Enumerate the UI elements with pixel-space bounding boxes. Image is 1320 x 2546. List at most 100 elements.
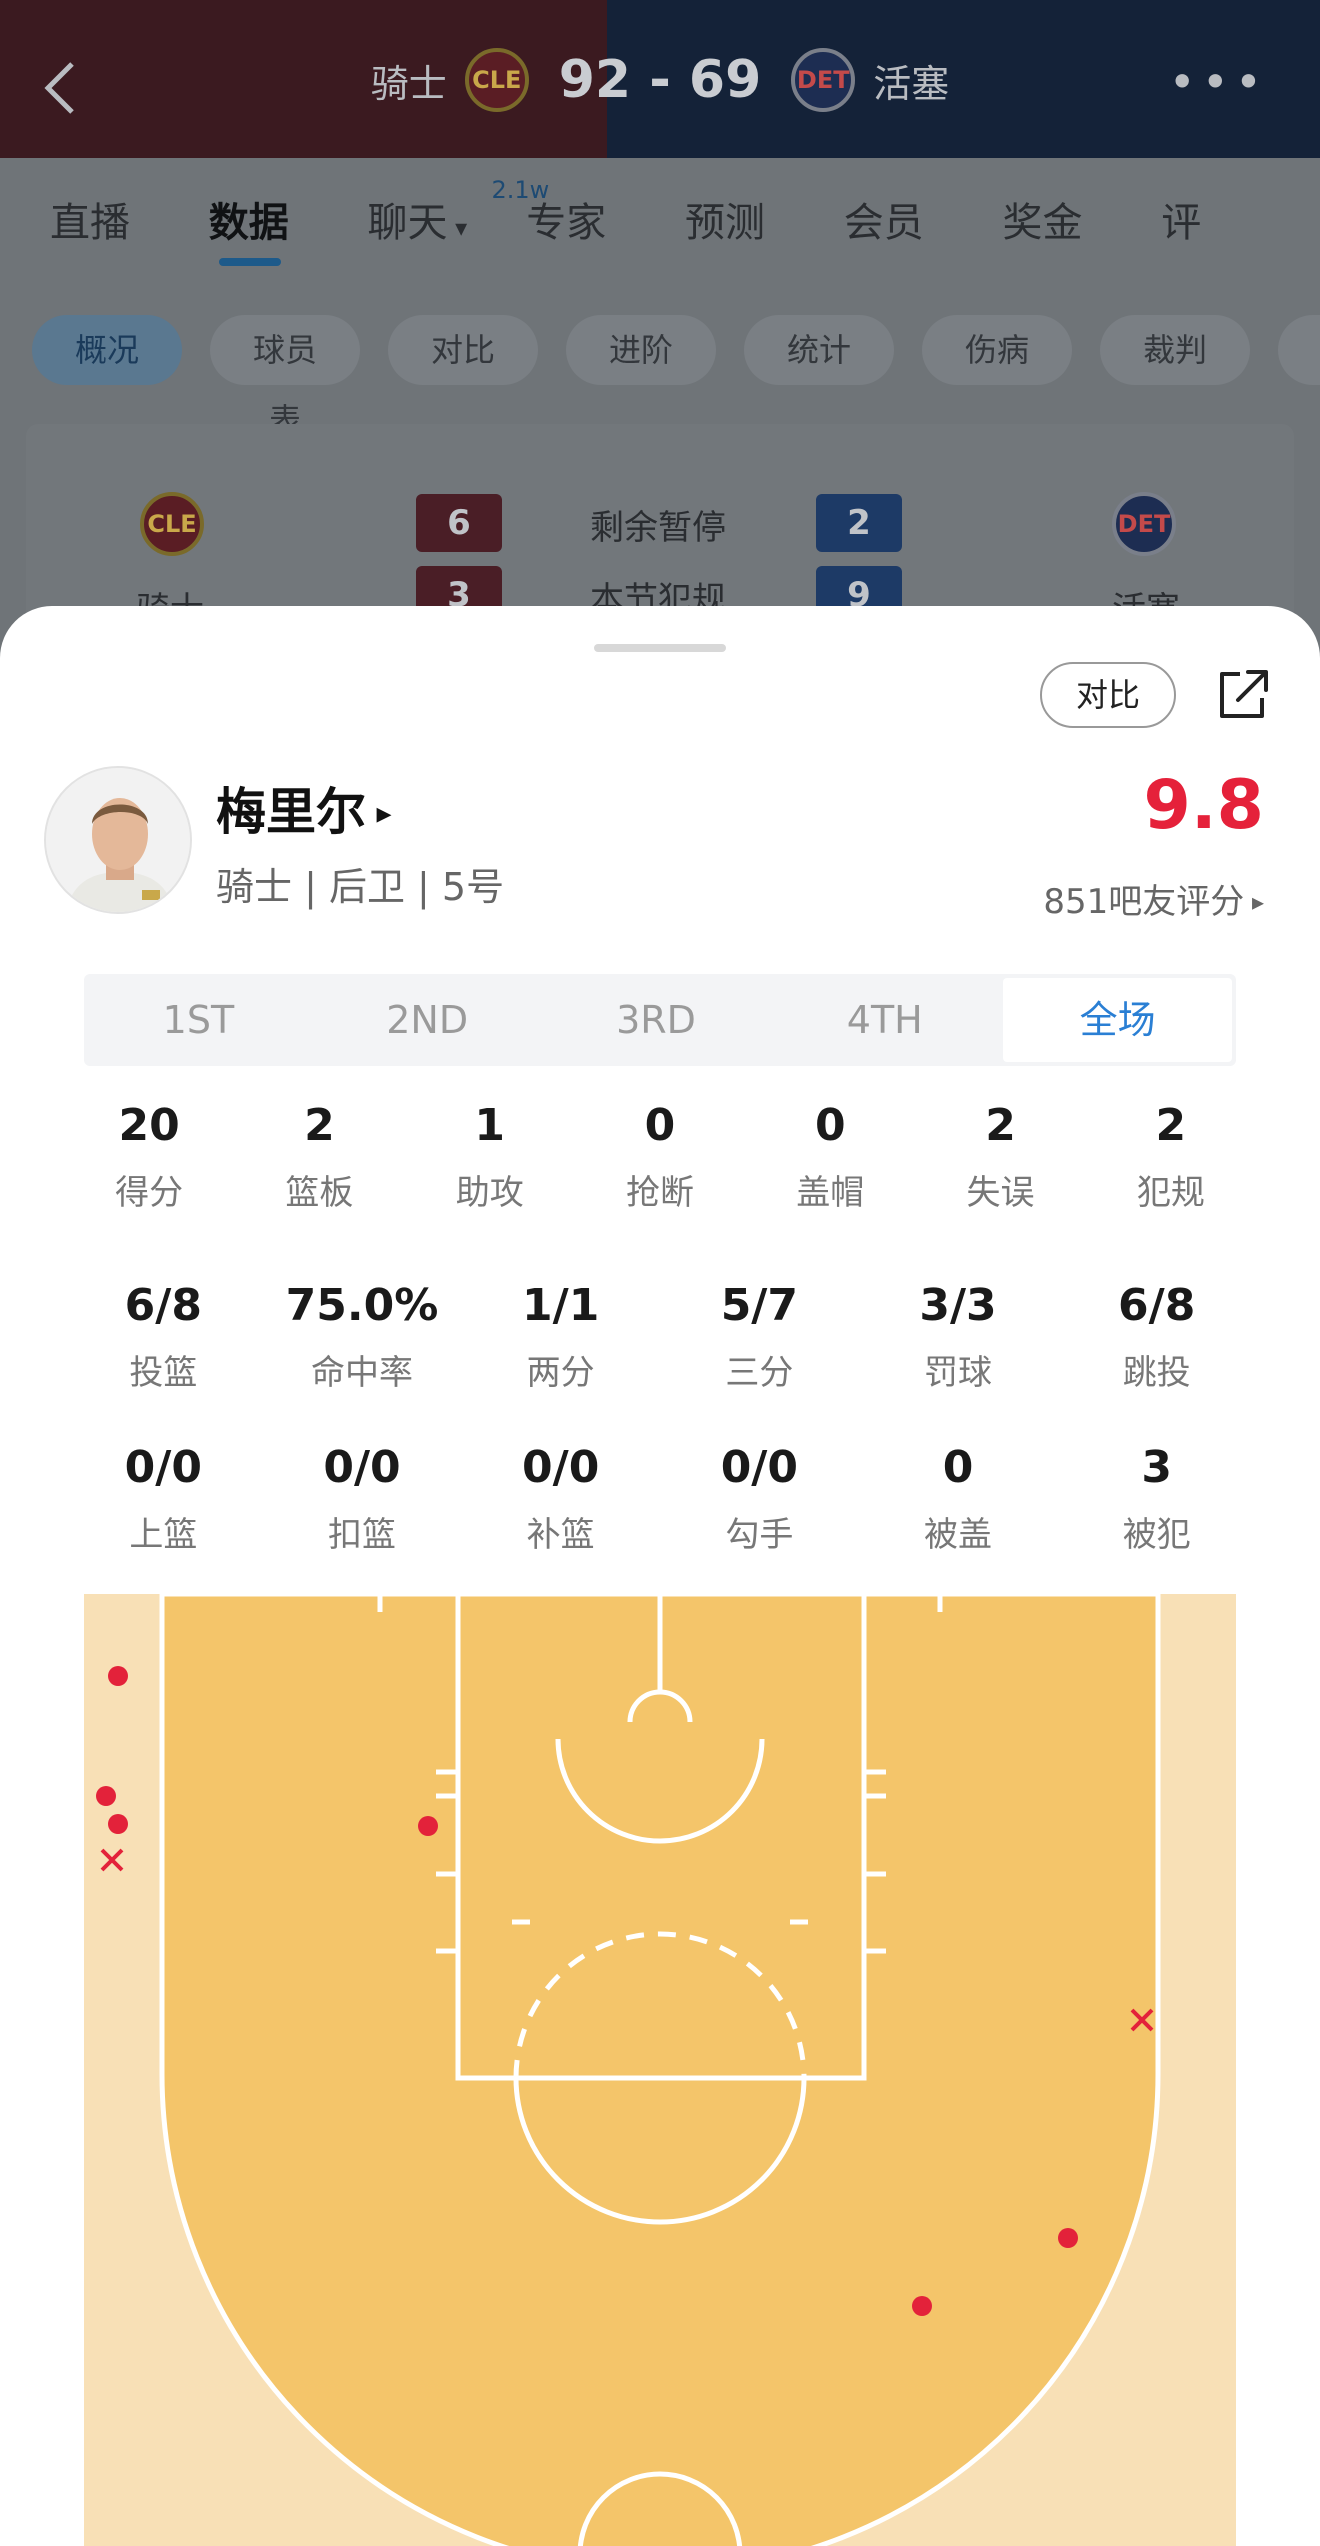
stat-value: 0/0 (124, 1442, 202, 1493)
stat-label: 犯规 (1136, 1173, 1205, 1213)
shot-type-stats-row: 0/0 上篮 0/0 扣篮 0/0 补篮 0/0 勾手 0 被盖 3 被犯 (64, 1442, 1256, 1556)
tab-full-game[interactable]: 全场 (1003, 978, 1232, 1062)
background-page: 骑士 CLE 92 - 69 DET 活塞 ••• 直播 数据 聊天 ▾ 2.1w… (0, 0, 1320, 700)
tab-chat-label: 聊天 (367, 200, 448, 246)
tab-quarter-3[interactable]: 3RD (542, 974, 771, 1066)
made-shot-marker (912, 2296, 932, 2316)
player-avatar (44, 766, 192, 914)
stat-value: 0/0 (522, 1442, 600, 1493)
timeouts-label: 剩余暂停 (590, 508, 726, 548)
chip-referees[interactable]: 裁判 (1100, 315, 1250, 385)
stat-value: 75.0% (285, 1280, 439, 1331)
made-shot-marker (108, 1814, 128, 1834)
sheet-drag-handle[interactable] (594, 644, 726, 652)
tab-review[interactable]: 评 (1161, 190, 1320, 248)
tab-bonus[interactable]: 奖金 (1003, 190, 1162, 248)
tab-live[interactable]: 直播 (50, 190, 209, 248)
tab-quarter-4[interactable]: 4TH (770, 974, 999, 1066)
home-team-name: 骑士 (370, 61, 447, 106)
tab-experts[interactable]: 专家 (526, 190, 685, 248)
stat-layup: 0/0 上篮 (64, 1442, 263, 1556)
tab-predict[interactable]: 预测 (685, 190, 844, 248)
stat-label: 被盖 (924, 1515, 993, 1555)
stat-value: 6/8 (1118, 1280, 1196, 1331)
basic-stats-row: 20 得分 2 篮板 1 助攻 0 抢断 0 盖帽 2 失误 2 犯规 (64, 1100, 1256, 1214)
stat-3pt: 5/7 三分 (660, 1280, 859, 1394)
stat-value: 0 (644, 1100, 676, 1151)
tab-data[interactable]: 数据 (209, 190, 368, 266)
stat-label: 补篮 (526, 1515, 595, 1555)
player-name[interactable]: 梅里尔 ▸ (216, 772, 392, 844)
three-point-area (159, 1594, 1161, 2546)
stat-label: 助攻 (455, 1173, 524, 1213)
stat-fg-pct: 75.0% 命中率 (263, 1280, 462, 1394)
compare-away-logo: DET (1112, 492, 1176, 556)
stat-label: 跳投 (1122, 1353, 1191, 1393)
away-timeouts: 2 (816, 494, 902, 552)
stat-label: 盖帽 (796, 1173, 865, 1213)
rating-count-text: 851吧友评分 (1043, 882, 1245, 922)
away-team-name: 活塞 (873, 61, 950, 106)
stat-value: 2 (985, 1100, 1016, 1151)
stat-fg: 6/8 投篮 (64, 1280, 263, 1394)
player-name-text: 梅里尔 (216, 783, 366, 841)
stat-dunk: 0/0 扣篮 (263, 1442, 462, 1556)
stat-blocked: 0 被盖 (859, 1442, 1058, 1556)
tab-quarter-1[interactable]: 1ST (84, 974, 313, 1066)
tab-quarter-2[interactable]: 2ND (313, 974, 542, 1066)
chip-compare[interactable]: 对比 (388, 315, 538, 385)
chip-stats[interactable]: 统计 (744, 315, 894, 385)
made-shot-marker (418, 1816, 438, 1836)
stat-label: 上篮 (129, 1515, 198, 1555)
share-icon[interactable] (1212, 664, 1272, 724)
stat-label: 罚球 (924, 1353, 993, 1393)
stat-label: 三分 (725, 1353, 794, 1393)
stat-label: 抢断 (625, 1173, 694, 1213)
stat-value: 5/7 (720, 1280, 798, 1331)
shot-chart (84, 1594, 1236, 2546)
player-info: 骑士 | 后卫 | 5号 (216, 865, 505, 909)
stat-value: 3 (1141, 1442, 1172, 1493)
stat-label: 勾手 (725, 1515, 794, 1555)
stat-rebounds: 2 篮板 (234, 1100, 404, 1214)
made-shot-marker (96, 1786, 116, 1806)
stat-label: 被犯 (1122, 1515, 1191, 1555)
stat-value: 0/0 (323, 1442, 401, 1493)
stat-label: 两分 (526, 1353, 595, 1393)
shooting-stats-row: 6/8 投篮 75.0% 命中率 1/1 两分 5/7 三分 3/3 罚球 6/8 跳投 (64, 1280, 1256, 1394)
made-shot-marker (1058, 2228, 1078, 2248)
chip-injuries[interactable]: 伤病 (922, 315, 1072, 385)
game-header: 骑士 CLE 92 - 69 DET 活塞 ••• (0, 0, 1320, 158)
stat-value: 1 (474, 1100, 506, 1151)
chip-h2h[interactable]: 交锋 (1278, 315, 1320, 385)
quarter-tabs: 1ST 2ND 3RD 4TH 全场 (84, 974, 1236, 1066)
tab-chat[interactable]: 聊天 ▾ 2.1w (367, 176, 550, 248)
chip-overview[interactable]: 概况 (32, 315, 182, 385)
stat-points: 20 得分 (64, 1100, 234, 1214)
stat-ft: 3/3 罚球 (859, 1280, 1058, 1394)
compare-button[interactable]: 对比 (1040, 662, 1176, 728)
stat-value: 20 (118, 1100, 180, 1151)
main-tabs: 直播 数据 聊天 ▾ 2.1w 专家 预测 会员 奖金 评 (0, 158, 1320, 280)
stat-jumpshot: 6/8 跳投 (1057, 1280, 1256, 1394)
sub-tabs: 概况 球员表 对比 进阶 统计 伤病 裁判 交锋 (0, 280, 1320, 439)
more-icon[interactable]: ••• (1169, 59, 1268, 105)
stat-fouled: 3 被犯 (1057, 1442, 1256, 1556)
game-score: 92 - 69 (558, 50, 762, 110)
stat-label: 投篮 (129, 1353, 198, 1393)
stat-turnovers: 2 失误 (915, 1100, 1085, 1214)
stat-label: 篮板 (285, 1173, 354, 1213)
chip-players[interactable]: 球员表 (210, 315, 360, 439)
stat-assists: 1 助攻 (405, 1100, 575, 1214)
stat-steals: 0 抢断 (575, 1100, 745, 1214)
stat-hook: 0/0 勾手 (660, 1442, 859, 1556)
caret-right-icon: ▸ (366, 796, 392, 831)
stat-value: 0 (814, 1100, 846, 1151)
stat-value: 6/8 (124, 1280, 202, 1331)
player-rating: 9.8 (1143, 766, 1264, 845)
rating-count[interactable]: 851吧友评分 ▸ (1043, 874, 1264, 923)
home-timeouts: 6 (416, 494, 502, 552)
chip-advanced[interactable]: 进阶 (566, 315, 716, 385)
stat-2pt: 1/1 两分 (461, 1280, 660, 1394)
tab-member[interactable]: 会员 (844, 190, 1003, 248)
